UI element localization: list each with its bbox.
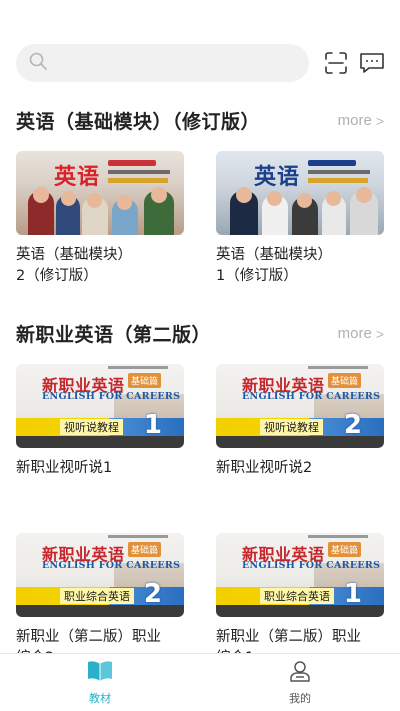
cover-logo: 英语 [54,164,101,190]
cover-bar-text: 视听说教程 [60,419,123,435]
search-box[interactable] [16,44,309,82]
tab-profile[interactable]: 我的 [200,654,400,711]
scan-icon[interactable] [323,50,349,76]
section-header-careers: 新职业英语（第二版） more > [16,320,384,347]
book-cover: 英语 [216,151,384,235]
book-card[interactable]: 新职业英语 基础篇 ENGLISH FOR CAREERS 视听说教程 1 新职… [16,364,184,479]
more-label: more [337,112,372,129]
message-icon[interactable] [359,50,385,76]
cover-subtitle: ENGLISH FOR CAREERS [42,391,181,402]
cover-badge: 基础篇 [128,542,162,557]
cover-subtitle: ENGLISH FOR CAREERS [42,560,181,571]
top-bar [16,44,388,82]
search-input[interactable] [54,44,309,82]
book-title: 英语（基础模块） 2（修订版） [16,247,132,284]
more-label: more [337,325,372,342]
book-cover: 新职业英语 基础篇 ENGLISH FOR CAREERS 视听说教程 1 [16,364,184,448]
book-title: 新职业视听说1 [16,460,113,476]
user-icon [289,660,311,687]
book-icon [87,660,113,687]
book-title: 新职业视听说2 [216,460,313,476]
book-cover: 英语 [16,151,184,235]
book-cover: 新职业英语 基础篇 ENGLISH FOR CAREERS 视听说教程 2 [216,364,384,448]
book-card[interactable]: 新职业英语 基础篇 ENGLISH FOR CAREERS 视听说教程 2 新职… [216,364,384,479]
cover-bar-text: 视听说教程 [260,419,323,435]
bottom-tab-bar: 教材 我的 [0,653,400,711]
more-link[interactable]: more > [338,112,384,129]
cover-subtitle: ENGLISH FOR CAREERS [242,391,381,402]
book-cover: 新职业英语 基础篇 ENGLISH FOR CAREERS 职业综合英语 2 [16,533,184,617]
book-title: 英语（基础模块） 1（修订版） [216,247,332,284]
chevron-right-icon: > [375,112,384,129]
book-card[interactable]: 新职业英语 基础篇 ENGLISH FOR CAREERS 职业综合英语 1 新… [216,533,384,669]
section-title: 英语（基础模块）（修订版） [16,111,261,133]
cover-subtitle: ENGLISH FOR CAREERS [242,560,381,571]
cover-logo: 英语 [254,164,301,190]
tab-label: 我的 [289,691,311,705]
section-title: 新职业英语（第二版） [16,324,212,346]
tab-label: 教材 [89,691,111,705]
book-card[interactable]: 新职业英语 基础篇 ENGLISH FOR CAREERS 职业综合英语 2 新… [16,533,184,669]
search-icon [28,51,48,76]
book-card[interactable]: 英语 英语（基础模块） 1（修订版） [216,151,384,287]
book-cover: 新职业英语 基础篇 ENGLISH FOR CAREERS 职业综合英语 1 [216,533,384,617]
cover-badge: 基础篇 [128,373,162,388]
tab-textbooks[interactable]: 教材 [0,654,200,711]
section-header-english: 英语（基础模块）（修订版） more > [16,107,384,134]
more-link[interactable]: more > [338,325,384,342]
book-card[interactable]: 英语 英语（基础模块） 2（修订版） [16,151,184,287]
cover-badge: 基础篇 [328,373,362,388]
cover-bar-text: 职业综合英语 [60,588,134,604]
cover-badge: 基础篇 [328,542,362,557]
chevron-right-icon: > [375,325,384,342]
cover-bar-text: 职业综合英语 [260,588,334,604]
